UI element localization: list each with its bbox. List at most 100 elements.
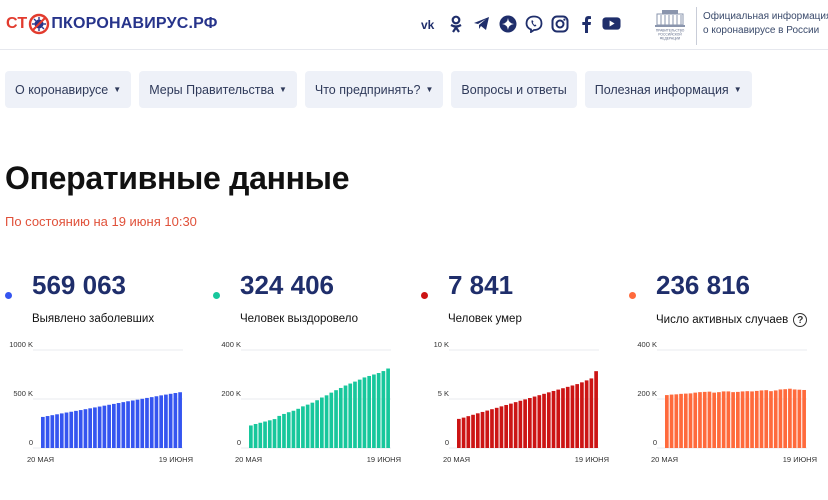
bar <box>570 385 575 448</box>
bar <box>754 390 759 448</box>
stat-label-text: Человек выздоровело <box>240 313 359 325</box>
nav-item-label: Что предпринять? <box>314 82 421 97</box>
bar <box>126 401 130 448</box>
bar <box>693 392 698 448</box>
bar <box>475 413 480 448</box>
stat-label: Число активных случаев? <box>656 313 808 327</box>
bar <box>589 378 594 448</box>
bar <box>343 385 348 448</box>
bar <box>164 394 168 448</box>
bar <box>145 397 149 448</box>
bar <box>362 377 367 448</box>
stat-cases: 569 063 Выявлено заболевших 0 500 K 1000 K… <box>5 266 205 496</box>
government-link[interactable]: ПРАВИТЕЛЬСТВО РОССИЙСКОЙ ФЕДЕРАЦИИ Офици… <box>648 7 828 45</box>
bar <box>263 421 267 448</box>
nav-about-coronavirus[interactable]: О коронавирусе ▼ <box>5 71 132 108</box>
stat-label-text: Выявлено заболевших <box>32 313 155 325</box>
bar <box>102 405 107 448</box>
svg-text:vk: vk <box>421 18 435 30</box>
x-tick-label: 19 ИЮНЯ <box>575 455 609 464</box>
bar <box>107 404 111 448</box>
stat-label: Человек умер <box>448 313 522 325</box>
facebook-icon[interactable] <box>576 14 595 33</box>
bar <box>702 391 707 448</box>
bar <box>797 389 802 448</box>
y-tick-label: 0 <box>653 438 657 447</box>
bar <box>112 403 116 448</box>
bar <box>315 400 319 448</box>
bar <box>674 394 679 448</box>
nav-what-to-do[interactable]: Что предпринять? ▼ <box>304 71 444 108</box>
bar <box>665 395 669 448</box>
yandex-zen-icon[interactable] <box>498 14 517 33</box>
bar <box>64 412 69 448</box>
bar <box>249 425 253 448</box>
y-tick-label: 5 K <box>438 389 449 398</box>
bar <box>296 408 301 448</box>
cases-chart: 0 500 K 1000 K 20 МАЯ 19 ИЮНЯ <box>5 340 205 474</box>
viber-icon[interactable] <box>524 14 543 33</box>
logo-part2: ПКОРОНАВИРУС.РФ <box>51 15 218 32</box>
bar <box>173 393 178 448</box>
bar <box>504 404 509 448</box>
stat-label: Выявлено заболевших <box>32 313 154 325</box>
active-chart: 0 200 K 400 K 20 МАЯ 19 ИЮНЯ <box>629 340 828 474</box>
nav-faq[interactable]: Вопросы и ответы <box>451 71 577 108</box>
bar <box>461 417 466 448</box>
help-icon[interactable]: ? <box>793 313 808 327</box>
deaths-dot <box>421 292 428 299</box>
bar <box>712 392 717 448</box>
bar <box>788 388 792 448</box>
bar <box>149 397 154 448</box>
gov-text-line1: Официальная информация <box>703 11 828 22</box>
bar <box>41 416 45 448</box>
youtube-icon[interactable] <box>602 14 621 33</box>
bar <box>556 389 561 448</box>
bar <box>154 396 159 448</box>
nav-item-label: О коронавирусе <box>15 82 109 97</box>
bar <box>381 371 386 448</box>
bar <box>272 419 277 448</box>
instagram-icon[interactable] <box>550 14 569 33</box>
gov-text-line2: о коронавирусе в России <box>703 24 820 36</box>
bar <box>683 393 688 448</box>
nav-item-label: Меры Правительства <box>149 82 274 97</box>
bar <box>480 411 485 448</box>
caret-down-icon: ▼ <box>425 85 434 94</box>
bar <box>334 390 338 448</box>
deaths-chart: 0 5 K 10 K 20 МАЯ 19 ИЮНЯ <box>421 340 621 474</box>
nav-government-measures[interactable]: Меры Правительства ▼ <box>139 71 297 108</box>
stat-recovered: 324 406 Человек выздоровело 0 200 K 400 K 2… <box>213 266 413 496</box>
bar <box>367 375 372 448</box>
bar <box>286 412 291 448</box>
bar <box>740 391 745 448</box>
bar-chart: 0 500 K 1000 K 20 МАЯ 19 ИЮНЯ <box>9 340 193 464</box>
stat-value: 236 816 <box>656 270 750 300</box>
bar <box>320 397 324 448</box>
bar <box>140 398 145 448</box>
bar-chart: 0 200 K 400 K 20 МАЯ 19 ИЮНЯ <box>221 340 401 464</box>
y-tick-label: 200 K <box>221 389 241 398</box>
bar <box>736 391 740 448</box>
bar <box>97 406 102 448</box>
vk-icon[interactable]: vk <box>420 14 439 33</box>
bar <box>764 390 769 448</box>
odnoklassniki-icon[interactable] <box>446 14 465 33</box>
bar-chart: 0 200 K 400 K 20 МАЯ 19 ИЮНЯ <box>637 340 817 464</box>
bar <box>267 420 272 448</box>
stat-label-text: Число активных случаев <box>656 314 789 326</box>
bar <box>59 413 64 448</box>
site-logo[interactable]: СТ ПКОРОНАВИРУС.РФ <box>6 11 218 37</box>
telegram-icon[interactable] <box>472 14 491 33</box>
bar <box>88 408 93 448</box>
y-tick-label: 500 K <box>13 389 33 398</box>
bar <box>310 402 315 448</box>
bar <box>55 414 59 448</box>
nav-useful-info[interactable]: Полезная информация ▼ <box>584 71 752 108</box>
bar <box>159 395 164 448</box>
caret-down-icon: ▼ <box>278 85 287 94</box>
bar <box>542 393 546 448</box>
bar <box>792 389 797 448</box>
page-title: Оперативные данные <box>5 160 350 196</box>
bar <box>130 400 135 448</box>
